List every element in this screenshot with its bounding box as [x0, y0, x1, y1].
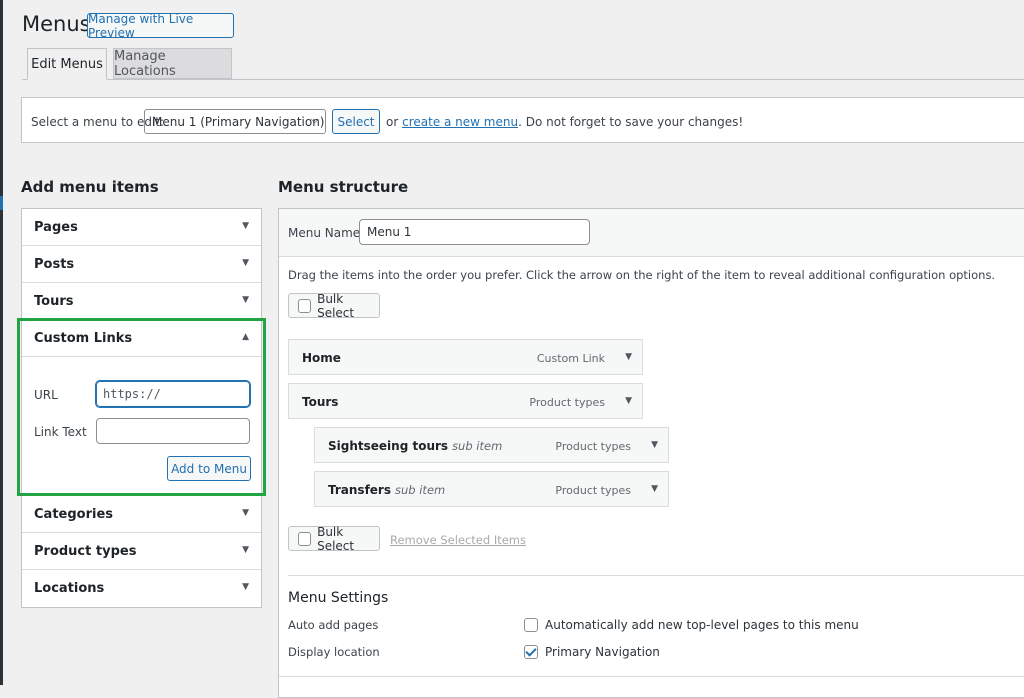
menu-name-input[interactable]: Menu 1: [359, 219, 590, 245]
save-reminder: . Do not forget to save your changes!: [518, 115, 744, 129]
menu-select-dropdown[interactable]: Menu 1 (Primary Navigation) ⌵: [144, 109, 326, 134]
triangle-down-icon: ▼: [242, 508, 249, 518]
tabs-divider: [22, 79, 1024, 80]
triangle-down-icon[interactable]: ▼: [651, 484, 658, 494]
menu-item-title: Home: [302, 351, 341, 365]
auto-add-label: Auto add pages: [288, 618, 379, 632]
menu-item[interactable]: Tours Product types ▼: [288, 383, 643, 419]
checkbox-icon: [298, 298, 312, 313]
display-location-label: Display location: [288, 645, 380, 659]
auto-add-option-label: Automatically add new top-level pages to…: [545, 618, 859, 632]
add-menu-items-heading: Add menu items: [21, 178, 159, 196]
bulk-select-label: Bulk Select: [317, 524, 355, 553]
url-input[interactable]: https://: [96, 381, 250, 407]
tab-manage-locations[interactable]: Manage Locations: [113, 48, 232, 79]
accordion-label: Pages: [34, 219, 78, 235]
checked-checkbox-icon[interactable]: [524, 645, 538, 659]
add-to-menu-button[interactable]: Add to Menu: [167, 456, 251, 481]
checkbox-icon: [298, 531, 312, 546]
menu-item-title: Transfers: [328, 483, 391, 497]
menu-settings-heading: Menu Settings: [288, 590, 389, 606]
sub-item-tag: sub item: [452, 439, 503, 453]
selected-menu-value: Menu 1 (Primary Navigation): [152, 114, 325, 129]
select-button[interactable]: Select: [332, 109, 380, 134]
manage-menus-bar: Select a menu to edit: Menu 1 (Primary N…: [21, 97, 1024, 143]
triangle-down-icon[interactable]: ▼: [651, 440, 658, 450]
or-text: or: [386, 115, 399, 129]
accordion-custom-links[interactable]: Custom Links ▲: [22, 320, 261, 357]
menu-item-type: Custom Link: [536, 352, 605, 365]
url-label: URL: [34, 388, 58, 402]
accordion-posts[interactable]: Posts ▼: [22, 246, 261, 283]
admin-sidebar-edge: [0, 0, 3, 685]
sub-item-tag: sub item: [395, 483, 446, 497]
triangle-down-icon: ▼: [242, 221, 249, 231]
triangle-down-icon: ▼: [242, 545, 249, 555]
triangle-down-icon: ▼: [242, 582, 249, 592]
accordion-label: Categories: [34, 506, 114, 522]
menu-sub-item[interactable]: Sightseeing tours sub item Product types …: [314, 427, 669, 463]
accordion-pages[interactable]: Pages ▼: [22, 209, 261, 246]
accordion-categories[interactable]: Categories ▼: [22, 496, 261, 533]
triangle-down-icon[interactable]: ▼: [625, 396, 632, 406]
menu-item-type: Product types: [529, 396, 605, 409]
live-preview-button[interactable]: Manage with Live Preview: [87, 12, 234, 40]
display-location-option-label: Primary Navigation: [545, 645, 660, 659]
link-text-label: Link Text: [34, 425, 87, 439]
accordion-label: Locations: [34, 581, 105, 596]
accordion-label: Product types: [34, 543, 137, 559]
triangle-down-icon: ▼: [242, 258, 249, 268]
tab-edit-menus[interactable]: Edit Menus: [27, 48, 107, 80]
triangle-down-icon: ▼: [242, 295, 249, 305]
menu-item-title: Sightseeing tours: [328, 439, 449, 453]
checkbox-icon[interactable]: [524, 618, 538, 632]
accordion-label: Posts: [34, 256, 75, 272]
menu-structure-panel: Menu Name Menu 1 Drag the items into the…: [278, 208, 1024, 698]
menu-item[interactable]: Home Custom Link ▼: [288, 339, 643, 375]
link-text-input[interactable]: [96, 418, 250, 444]
menu-item-type: Product types: [555, 484, 631, 497]
accordion-tours[interactable]: Tours ▼: [22, 283, 261, 320]
manage-hint: or create a new menu. Do not forget to s…: [386, 115, 743, 129]
accordion-locations[interactable]: Locations ▼: [22, 570, 261, 607]
accordion-label: Custom Links: [34, 330, 133, 346]
menu-item-title: Tours: [302, 395, 339, 409]
menu-sub-item[interactable]: Transfers sub item Product types ▼: [314, 471, 669, 507]
menu-structure-heading: Menu structure: [278, 178, 409, 196]
page-title: Menus: [22, 12, 91, 36]
accordion-product-types[interactable]: Product types ▼: [22, 533, 261, 570]
drag-instructions: Drag the items into the order you prefer…: [288, 268, 996, 282]
active-menu-marker: [0, 196, 3, 210]
display-location-option[interactable]: Primary Navigation: [524, 645, 660, 659]
settings-divider: [288, 575, 1024, 576]
triangle-down-icon[interactable]: ▼: [625, 352, 632, 362]
triangle-up-icon: ▲: [242, 332, 249, 342]
bulk-select-label: Bulk Select: [317, 291, 355, 320]
bulk-select-button[interactable]: Bulk Select: [288, 524, 380, 553]
menu-name-label: Menu Name: [288, 226, 361, 240]
create-new-menu-link[interactable]: create a new menu: [402, 115, 518, 129]
bulk-select-button[interactable]: Bulk Select: [288, 291, 380, 320]
custom-links-panel: URL https:// Link Text Add to Menu: [22, 357, 261, 496]
add-items-accordion: Pages ▼ Posts ▼ Tours ▼ Custom Links ▲ URL h…: [21, 208, 262, 608]
panel-bottom-divider: [279, 676, 1024, 677]
remove-selected-link[interactable]: Remove Selected Items: [390, 533, 526, 547]
menu-name-bar: Menu Name Menu 1: [279, 209, 1024, 257]
chevron-down-icon: ⌵: [310, 113, 319, 126]
accordion-label: Tours: [34, 293, 74, 309]
menu-item-type: Product types: [555, 440, 631, 453]
auto-add-option[interactable]: Automatically add new top-level pages to…: [524, 618, 859, 632]
